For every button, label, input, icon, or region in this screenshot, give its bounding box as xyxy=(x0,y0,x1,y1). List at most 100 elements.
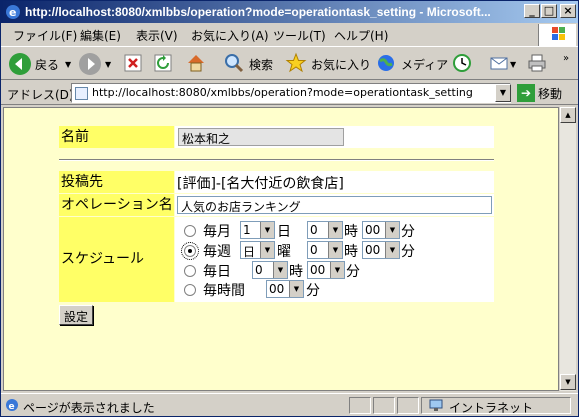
menu-edit[interactable]: 編集(E) xyxy=(80,27,121,44)
chevron-down-icon: ▼ xyxy=(328,222,342,238)
close-button[interactable]: × xyxy=(560,4,576,18)
scroll-down-icon[interactable]: ▼ xyxy=(560,374,576,390)
chevron-down-icon: ▼ xyxy=(385,242,399,258)
schedule-hourly-radio[interactable] xyxy=(184,284,196,296)
address-input[interactable]: http://localhost:8080/xmlbbs/operation?m… xyxy=(71,83,511,103)
go-label: 移動 xyxy=(538,86,563,101)
page-icon xyxy=(75,87,88,100)
chevron-down-icon: ▼ xyxy=(273,262,287,278)
menu-tools[interactable]: ツール(T) xyxy=(273,27,326,44)
chevron-down-icon: ▼ xyxy=(260,242,274,258)
mail-icon xyxy=(488,52,510,77)
menu-view[interactable]: 表示(V) xyxy=(136,27,178,44)
mail-dropdown-icon[interactable]: ▼ xyxy=(510,60,516,69)
toolbar: 戻る ▼ ▼ 検索 お気に入り メディア ▼ » xyxy=(1,46,578,80)
schedule-daily-radio[interactable] xyxy=(184,265,196,277)
monthly-hour-value: 0 xyxy=(310,223,318,237)
go-button[interactable]: ➔ 移動 xyxy=(517,84,562,102)
svg-text:e: e xyxy=(9,6,16,19)
forward-button[interactable]: ▼ xyxy=(79,51,111,77)
stop-button[interactable] xyxy=(123,51,143,77)
go-arrow-icon: ➔ xyxy=(517,84,535,102)
menu-help[interactable]: ヘルプ(H) xyxy=(334,27,388,44)
menu-file[interactable]: ファイル(F) xyxy=(13,27,77,44)
monthly-minute-select[interactable]: 00 ▼ xyxy=(362,221,400,239)
back-dropdown-icon[interactable]: ▼ xyxy=(65,60,71,69)
post-target-label: 投稿先 xyxy=(59,171,174,193)
status-cell-1 xyxy=(349,397,371,414)
forward-dropdown-icon[interactable]: ▼ xyxy=(105,60,111,69)
internet-explorer-icon: e xyxy=(5,4,21,20)
favorites-star-icon xyxy=(285,52,307,77)
post-target-value: [評価]-[名大付近の飲食店] xyxy=(177,176,344,192)
schedule-label: スケジュール xyxy=(59,217,174,302)
toolbar-overflow-icon[interactable]: » xyxy=(563,53,569,64)
monthly-minute-unit: 分 xyxy=(401,224,415,240)
home-icon xyxy=(185,52,207,77)
window-title: http://localhost:8080/xmlbbs/operation?m… xyxy=(25,5,491,19)
scroll-up-icon[interactable]: ▲ xyxy=(560,107,576,123)
weekly-weekday-unit: 曜 xyxy=(277,244,291,260)
daily-hour-select[interactable]: 0 ▼ xyxy=(252,261,288,279)
stop-icon xyxy=(123,53,143,76)
daily-minute-value: 00 xyxy=(310,263,326,277)
media-button[interactable]: メディア xyxy=(375,51,448,77)
status-cell-2 xyxy=(373,397,395,414)
monthly-day-unit: 日 xyxy=(277,224,291,240)
chevron-down-icon: ▼ xyxy=(260,222,274,238)
monthly-hour-unit: 時 xyxy=(344,224,358,240)
svg-text:e: e xyxy=(9,402,15,412)
address-dropdown-icon[interactable]: ▼ xyxy=(495,84,511,102)
operation-name-input[interactable]: 人気のお店ランキング xyxy=(177,196,492,214)
schedule-weekly-label: 毎週 xyxy=(203,244,231,260)
submit-button[interactable]: 設定 xyxy=(59,305,94,325)
minimize-button[interactable]: _ xyxy=(524,4,540,18)
weekly-weekday-select[interactable]: 日 ▼ xyxy=(240,241,275,259)
favorites-label: お気に入り xyxy=(311,57,372,72)
search-button[interactable]: 検索 xyxy=(223,51,273,77)
monthly-day-select[interactable]: 1 ▼ xyxy=(240,221,275,239)
weekly-minute-select[interactable]: 00 ▼ xyxy=(362,241,400,259)
print-icon xyxy=(526,52,548,77)
name-label: 名前 xyxy=(59,126,174,148)
history-button[interactable] xyxy=(451,51,473,77)
name-field[interactable]: 松本和之 xyxy=(178,128,344,146)
back-button[interactable]: 戻る ▼ xyxy=(9,51,71,77)
operation-name-label: オペレーション名 xyxy=(59,194,174,216)
daily-hour-unit: 時 xyxy=(289,264,303,280)
weekly-hour-select[interactable]: 0 ▼ xyxy=(307,241,343,259)
daily-hour-value: 0 xyxy=(255,263,263,277)
media-globe-icon xyxy=(375,52,397,77)
schedule-monthly-label: 毎月 xyxy=(203,224,231,240)
schedule-monthly-radio[interactable] xyxy=(184,225,196,237)
divider xyxy=(59,159,494,161)
mail-button[interactable]: ▼ xyxy=(488,51,516,77)
print-button[interactable] xyxy=(526,51,548,77)
browser-window: e http://localhost:8080/xmlbbs/operation… xyxy=(0,0,579,417)
favorites-button[interactable]: お気に入り xyxy=(285,51,371,77)
refresh-button[interactable] xyxy=(153,51,173,77)
back-arrow-icon xyxy=(9,53,31,75)
vertical-scrollbar[interactable]: ▲ ▼ xyxy=(559,107,576,391)
page-content: 名前 松本和之 投稿先 [評価]-[名大付近の飲食店] オペレーション名 人気の… xyxy=(3,107,559,391)
hourly-minute-value: 00 xyxy=(269,282,285,296)
maximize-button[interactable]: □ xyxy=(541,4,557,18)
weekly-weekday-value: 日 xyxy=(243,245,256,259)
hourly-minute-select[interactable]: 00 ▼ xyxy=(266,280,304,298)
weekly-minute-value: 00 xyxy=(365,243,381,257)
search-label: 検索 xyxy=(249,57,274,72)
schedule-weekly-radio[interactable] xyxy=(181,242,199,260)
zone-label: イントラネット xyxy=(449,401,534,415)
history-icon xyxy=(451,52,473,77)
weekly-hour-value: 0 xyxy=(310,243,318,257)
status-bar: e ページが表示されました イントラネット xyxy=(1,393,578,416)
chevron-down-icon: ▼ xyxy=(385,222,399,238)
address-label: アドレス(D) xyxy=(7,88,74,102)
monthly-day-value: 1 xyxy=(243,223,251,237)
daily-minute-select[interactable]: 00 ▼ xyxy=(307,261,345,279)
menu-favorites[interactable]: お気に入り(A) xyxy=(191,27,269,44)
home-button[interactable] xyxy=(185,51,207,77)
monthly-hour-select[interactable]: 0 ▼ xyxy=(307,221,343,239)
chevron-down-icon: ▼ xyxy=(330,262,344,278)
address-bar: アドレス(D) http://localhost:8080/xmlbbs/ope… xyxy=(1,81,578,105)
